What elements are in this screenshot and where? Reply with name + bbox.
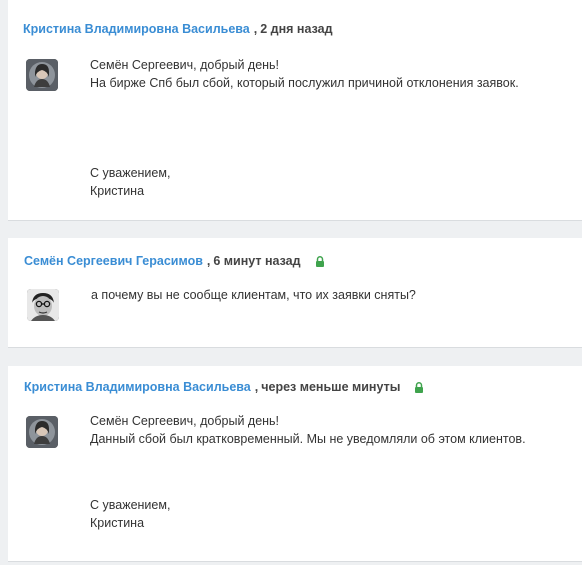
comment-timestamp: через меньше минуты xyxy=(261,380,401,394)
comment-card: Семён Сергеевич Герасимов , 6 минут наза… xyxy=(8,238,582,348)
comment-header: Кристина Владимировна Васильева , 2 дня … xyxy=(23,22,333,36)
user-avatar-male-icon xyxy=(27,289,59,321)
lock-icon xyxy=(414,381,424,393)
comment-greeting: Семён Сергеевич, добрый день! xyxy=(90,414,280,428)
comment-signature: Кристина xyxy=(90,516,145,530)
comment-timestamp: 6 минут назад xyxy=(213,254,301,268)
lock-icon xyxy=(315,255,325,267)
comment-greeting: Семён Сергеевич, добрый день! xyxy=(90,58,280,72)
comment-text: а почему вы не сообще клиентам, что их з… xyxy=(91,288,416,302)
user-avatar-female-icon xyxy=(26,416,58,448)
comment-text: На бирже Спб был сбой, который послужил … xyxy=(90,76,519,90)
avatar[interactable] xyxy=(26,59,58,91)
comment-header: Кристина Владимировна Васильева , через … xyxy=(24,380,424,394)
comment-timestamp: 2 дня назад xyxy=(260,22,333,36)
avatar[interactable] xyxy=(27,289,59,321)
comment-body: Семён Сергеевич, добрый день! На бирже С… xyxy=(90,56,519,200)
comment-text: Данный сбой был кратковременный. Мы не у… xyxy=(90,432,526,446)
comment-card: Кристина Владимировна Васильева , через … xyxy=(8,366,582,562)
header-separator: , xyxy=(253,22,258,36)
comment-thread: Кристина Владимировна Васильева , 2 дня … xyxy=(0,0,582,565)
comment-body: а почему вы не сообще клиентам, что их з… xyxy=(91,286,416,304)
comment-signoff: С уважением, xyxy=(90,498,171,512)
author-link[interactable]: Кристина Владимировна Васильева xyxy=(24,380,251,394)
header-separator: , xyxy=(254,380,259,394)
comment-body: Семён Сергеевич, добрый день! Данный сбо… xyxy=(90,412,526,532)
comment-card: Кристина Владимировна Васильева , 2 дня … xyxy=(8,0,582,221)
comment-signature: Кристина xyxy=(90,184,145,198)
author-link[interactable]: Кристина Владимировна Васильева xyxy=(23,22,250,36)
comment-signoff: С уважением, xyxy=(90,166,171,180)
user-avatar-female-icon xyxy=(26,59,58,91)
comment-header: Семён Сергеевич Герасимов , 6 минут наза… xyxy=(24,254,325,268)
author-link[interactable]: Семён Сергеевич Герасимов xyxy=(24,254,203,268)
avatar[interactable] xyxy=(26,416,58,448)
header-separator: , xyxy=(206,254,211,268)
